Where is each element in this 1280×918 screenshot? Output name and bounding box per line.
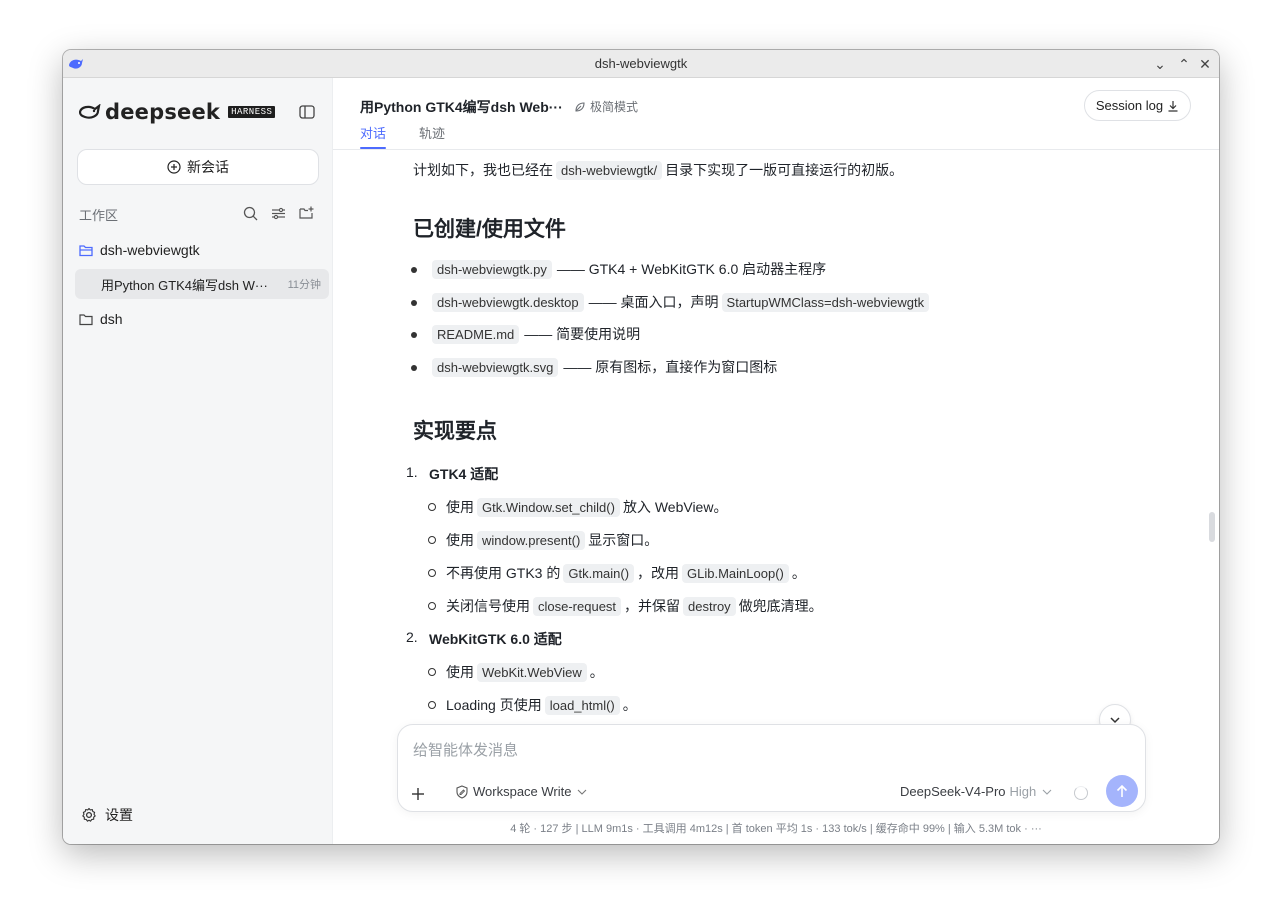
inline-code: dsh-webviewgtk/ <box>556 160 663 180</box>
session-title: 用Python GTK4编写dsh W··· <box>101 277 268 293</box>
heading-key-points: 实现要点 <box>413 420 497 443</box>
sub-bullet <box>428 668 436 676</box>
close-icon[interactable]: ✕ <box>1195 54 1215 74</box>
settings-button[interactable]: 设置 <box>81 805 133 825</box>
sub-bullet <box>428 602 436 610</box>
logo-badge: HARNESS <box>228 106 276 118</box>
plus-circle-icon <box>167 160 181 174</box>
loading-spinner-icon <box>1074 786 1088 800</box>
file-item: README.md —— 简要使用说明 <box>429 324 640 344</box>
model-name: DeepSeek-V4-Pro <box>900 784 1006 799</box>
file-item: dsh-webviewgtk.py —— GTK4 + WebKitGTK 6.0… <box>429 259 826 279</box>
main-panel: 用Python GTK4编写dsh Web··· 极简模式 Session lo… <box>333 78 1219 844</box>
sub-bullet <box>428 503 436 511</box>
minimize-icon[interactable]: ⌄ <box>1150 54 1170 74</box>
effort-level: High <box>1009 784 1037 799</box>
point-title: GTK4 适配 <box>429 466 499 482</box>
app-window: dsh-webviewgtk ⌄ ⌃ ✕ deepseek HARNESS 新会… <box>63 50 1219 844</box>
model-select[interactable]: DeepSeek-V4-Pro High <box>900 784 1052 799</box>
workspace-mode-label: Workspace Write <box>473 784 572 799</box>
gear-icon <box>82 807 96 822</box>
settings-label: 设置 <box>105 807 133 823</box>
chevron-down-icon <box>1042 789 1052 795</box>
new-chat-label: 新会话 <box>187 159 229 175</box>
tab-conversation[interactable]: 对话 <box>360 123 387 149</box>
plus-icon <box>412 788 424 800</box>
folder-open-icon <box>79 244 93 256</box>
session-log-button[interactable]: Session log <box>1084 90 1191 121</box>
sub-bullet <box>428 536 436 544</box>
chevron-down-icon <box>1110 717 1120 724</box>
new-folder-icon[interactable] <box>295 204 317 222</box>
maximize-icon[interactable]: ⌃ <box>1174 54 1194 74</box>
point-item: 不再使用 GTK3 的 Gtk.main() ，改用 GLib.MainLoop()。 <box>446 563 806 583</box>
send-button[interactable] <box>1106 775 1138 807</box>
filter-icon[interactable] <box>267 204 289 222</box>
usage-stats: 4 轮 · 127 步 | LLM 9m1s · 工具调用 4m12s | 首 … <box>510 823 1042 835</box>
sidebar-toggle-icon[interactable] <box>299 105 315 119</box>
session-time: 11分钟 <box>287 279 321 291</box>
project-name: dsh-webviewgtk <box>100 242 200 258</box>
list-number: 2. <box>406 629 418 645</box>
intro-paragraph: 计划如下，我也已经在 dsh-webviewgtk/目录下实现了一版可直接运行的初… <box>413 160 904 180</box>
point-title: WebKitGTK 6.0 适配 <box>429 631 562 647</box>
list-number: 1. <box>406 464 418 480</box>
workspace-tools <box>233 204 317 222</box>
message-content: 计划如下，我也已经在 dsh-webviewgtk/目录下实现了一版可直接运行的初… <box>333 151 1219 751</box>
point-item: 使用 Gtk.Window.set_child() 放入 WebView。 <box>446 497 728 517</box>
minimal-mode-toggle[interactable]: 极简模式 <box>574 98 638 115</box>
folder-name: dsh <box>100 311 123 327</box>
point-item: 关闭信号使用 close-request ，并保留 destroy 做兜底清理。 <box>446 596 823 616</box>
folder-item[interactable]: dsh <box>79 311 123 327</box>
search-icon[interactable] <box>239 204 261 222</box>
new-chat-button[interactable]: 新会话 <box>77 149 319 185</box>
sub-bullet <box>428 701 436 709</box>
minimal-mode-label: 极简模式 <box>590 100 639 114</box>
folder-icon <box>79 313 93 325</box>
bullet <box>411 267 417 273</box>
workspace-label: 工作区 <box>79 208 119 223</box>
sub-bullet <box>428 569 436 577</box>
composer: 给智能体发消息 Workspace Write DeepSeek-V4-Pro … <box>397 724 1146 812</box>
title-bar: dsh-webviewgtk ⌄ ⌃ ✕ <box>63 50 1219 78</box>
scrollbar-thumb[interactable] <box>1209 512 1215 542</box>
project-item[interactable]: dsh-webviewgtk <box>79 242 200 258</box>
chevron-down-icon <box>577 789 586 795</box>
bullet <box>411 365 417 371</box>
bullet <box>411 332 417 338</box>
arrow-up-icon <box>1116 784 1128 797</box>
sidebar: deepseek HARNESS 新会话 工作区 dsh-webviewgtk … <box>63 78 333 844</box>
workspace-mode-select[interactable]: Workspace Write <box>455 784 591 799</box>
logo-text: deepseek <box>105 100 221 124</box>
main-header: 用Python GTK4编写dsh Web··· 极简模式 Session lo… <box>333 78 1219 150</box>
bullet <box>411 300 417 306</box>
tab-trace[interactable]: 轨迹 <box>419 123 445 149</box>
session-item[interactable]: 用Python GTK4编写dsh W··· 11分钟 <box>75 269 329 299</box>
point-item: Loading 页使用 load_html()。 <box>446 695 637 715</box>
point-item: 使用 window.present() 显示窗口。 <box>446 530 659 550</box>
attach-button[interactable] <box>404 780 432 808</box>
shield-edit-icon <box>456 784 468 799</box>
conversation-title: 用Python GTK4编写dsh Web··· <box>360 99 563 115</box>
point-item: 使用 WebKit.WebView。 <box>446 662 604 682</box>
heading-files: 已创建/使用文件 <box>413 218 566 241</box>
window-title: dsh-webviewgtk <box>594 56 688 71</box>
logo: deepseek HARNESS <box>79 100 276 124</box>
file-item: dsh-webviewgtk.svg —— 原有图标，直接作为窗口图标 <box>429 357 777 377</box>
leaf-icon <box>575 101 585 112</box>
file-item: dsh-webviewgtk.desktop —— 桌面入口，声明 StartupW… <box>429 292 932 312</box>
session-log-label: Session log <box>1095 98 1164 113</box>
whale-logo-icon <box>79 104 101 119</box>
message-input[interactable]: 给智能体发消息 <box>413 739 518 760</box>
download-icon <box>1168 100 1178 112</box>
